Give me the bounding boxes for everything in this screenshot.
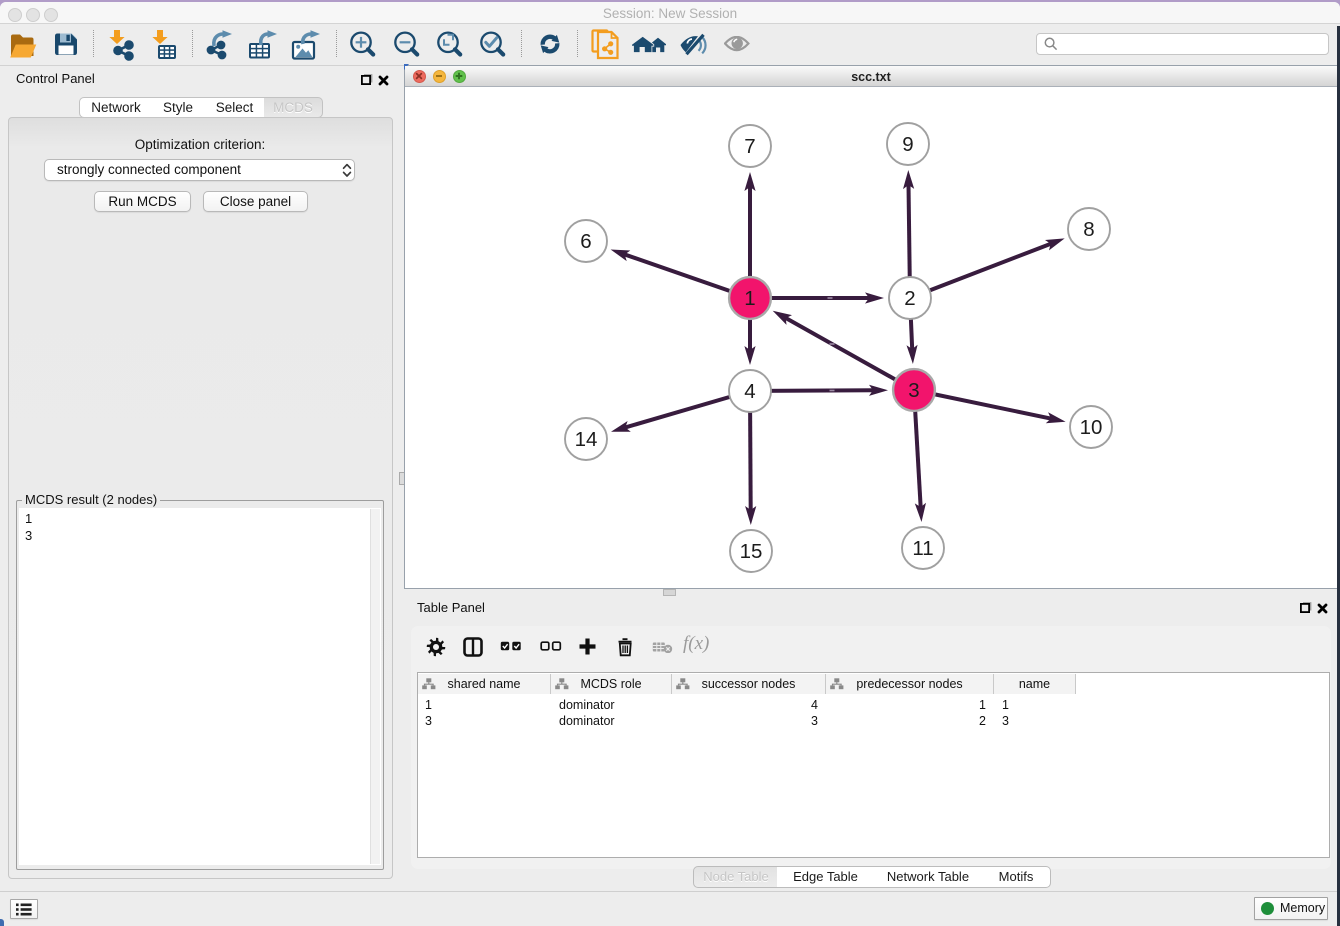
svg-text:3: 3 [908,379,919,402]
svg-text:10: 10 [1080,416,1103,439]
svg-text:14: 14 [575,428,598,451]
svg-text:4: 4 [744,380,755,403]
svg-text:1: 1 [744,287,755,310]
svg-text:2: 2 [904,287,915,310]
svg-text:15: 15 [740,540,763,563]
svg-text:11: 11 [912,537,933,560]
svg-text:6: 6 [580,230,591,253]
svg-text:7: 7 [744,135,755,158]
svg-text:9: 9 [902,133,913,156]
svg-text:8: 8 [1083,218,1094,241]
